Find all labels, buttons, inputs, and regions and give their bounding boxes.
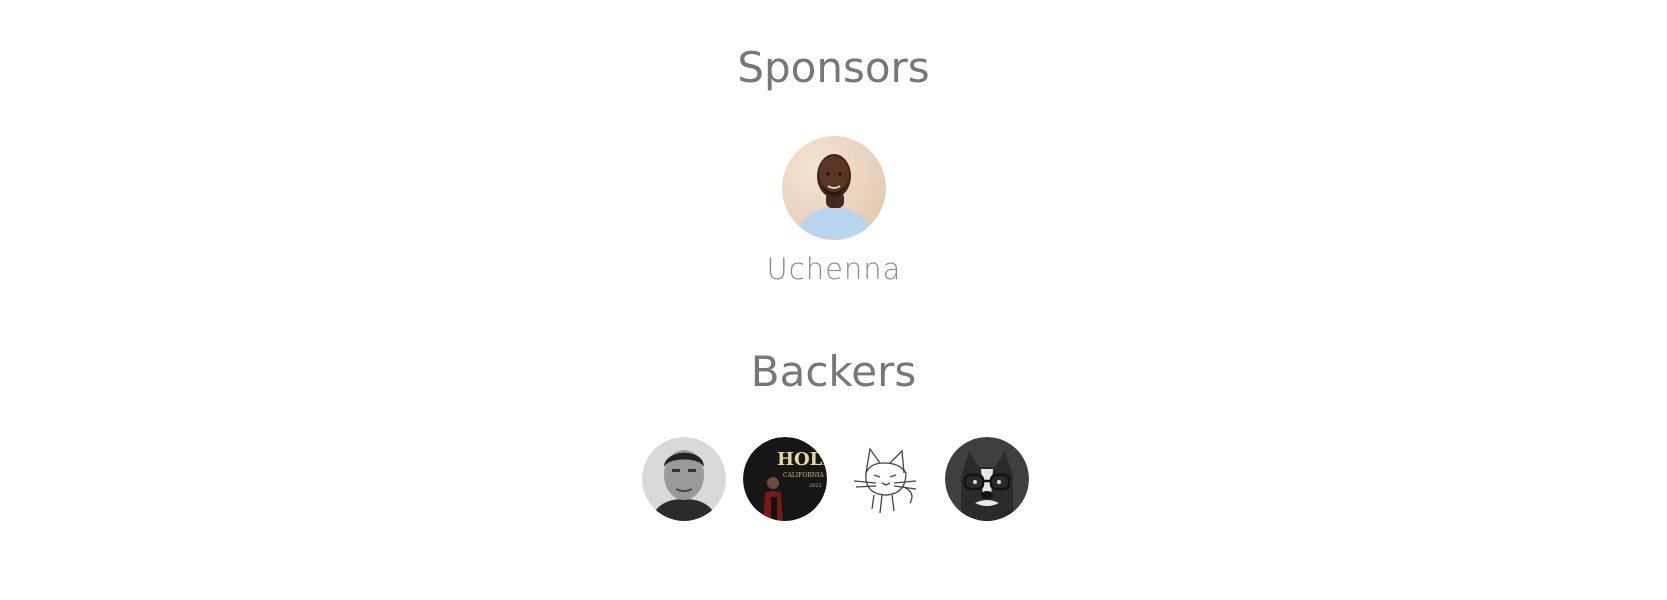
backers-list: HOLLY CALIFORNIA 2022 <box>642 437 1029 521</box>
person-avatar-icon <box>782 136 886 240</box>
svg-text:2022: 2022 <box>809 483 822 489</box>
backers-heading: Backers <box>750 347 917 396</box>
backer-link-4[interactable] <box>945 437 1029 521</box>
backer-link-1[interactable] <box>642 437 726 521</box>
dog-with-glasses-avatar-icon <box>945 437 1029 521</box>
sponsor-name: Uchenna <box>766 252 902 286</box>
backer-link-3[interactable] <box>844 437 928 521</box>
sponsors-heading: Sponsors <box>737 43 930 92</box>
hollywood-sign-avatar-icon: HOLLY CALIFORNIA 2022 <box>743 437 827 521</box>
backer-link-2[interactable]: HOLLY CALIFORNIA 2022 <box>743 437 827 521</box>
cat-sketch-avatar-icon <box>844 437 928 521</box>
svg-text:HOLLY: HOLLY <box>777 449 827 470</box>
man-grayscale-avatar-icon <box>642 437 726 521</box>
sponsor-link-uchenna[interactable]: Uchenna <box>767 136 900 286</box>
supporters-page: Sponsors Uchenna Backers HOL CALIFORNIA … <box>0 0 1667 600</box>
svg-text:CALIFORNIA: CALIFORNIA <box>783 472 824 479</box>
